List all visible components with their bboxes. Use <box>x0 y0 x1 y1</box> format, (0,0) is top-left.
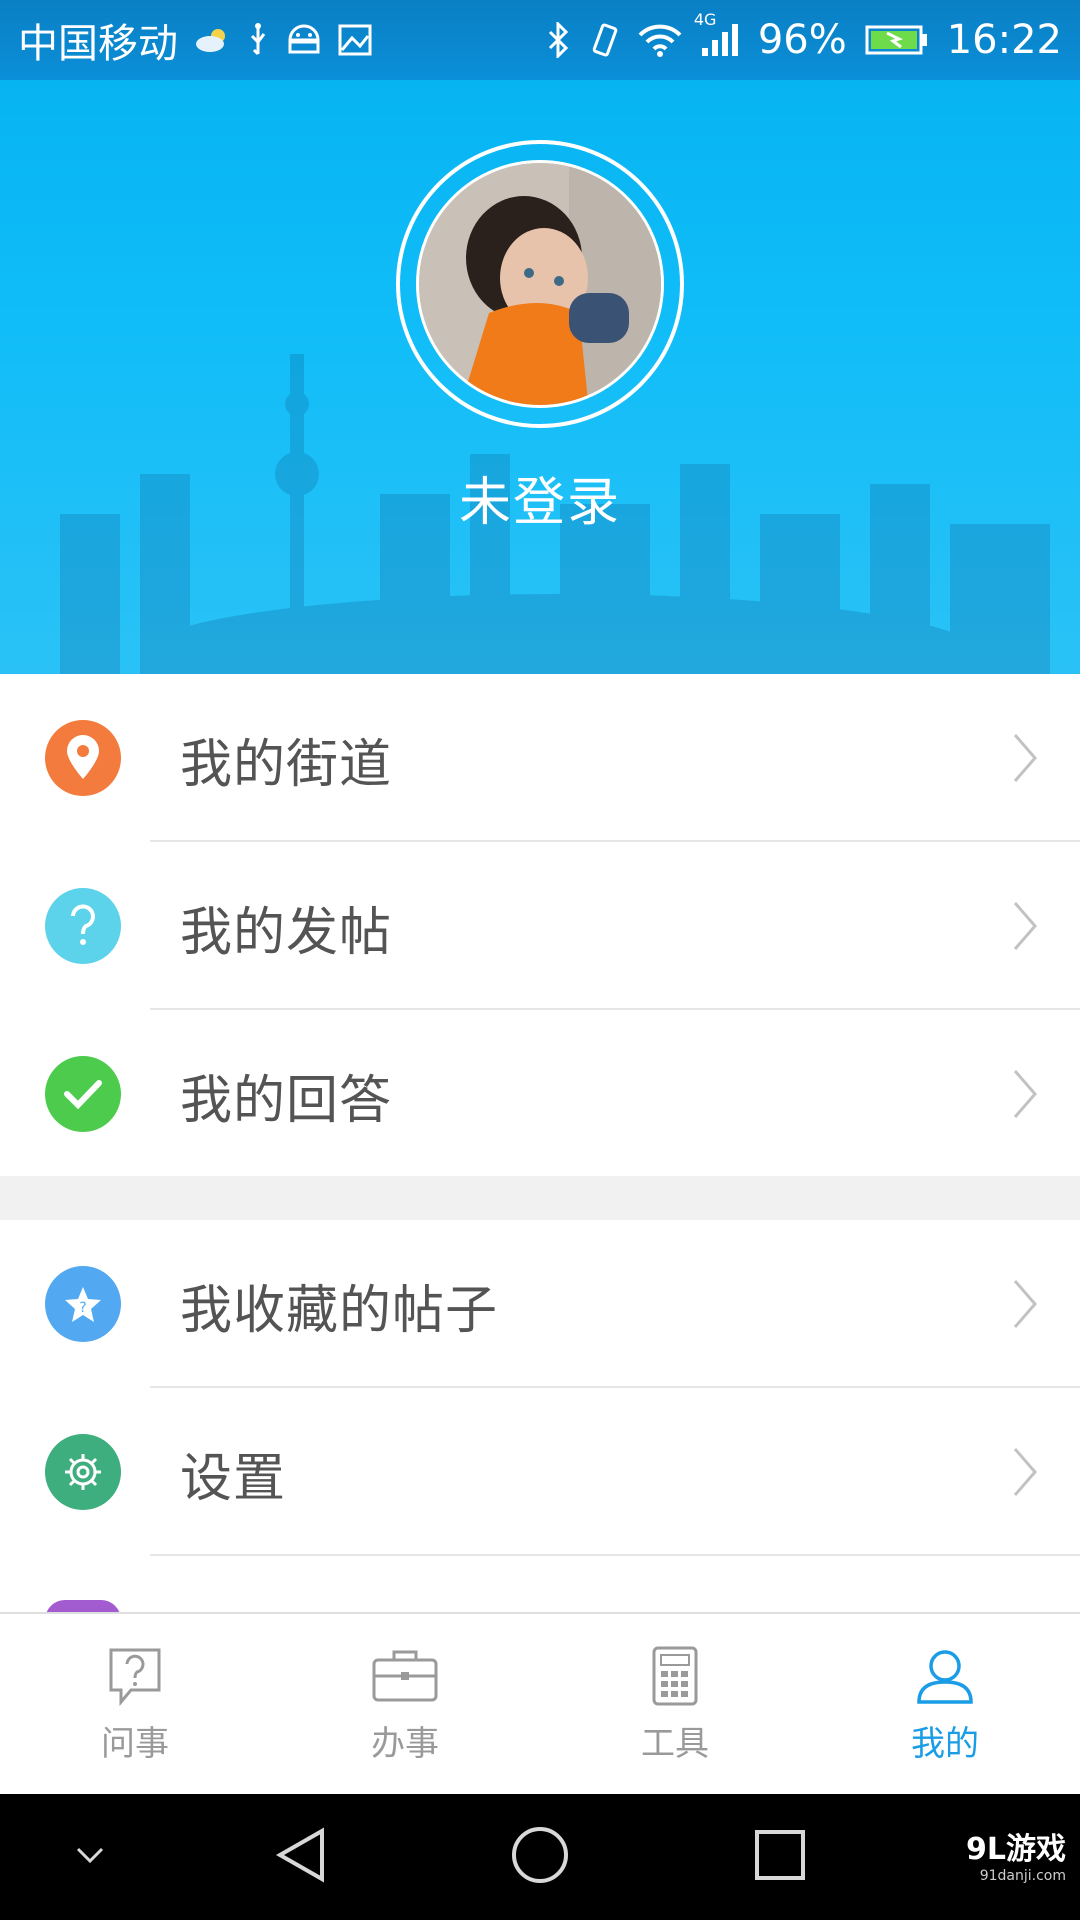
tab-label: 办事 <box>371 1724 439 1764</box>
menu-item-favorite-posts[interactable]: ? 我收藏的帖子 <box>0 1220 1080 1388</box>
question-bubble-icon <box>107 1646 163 1710</box>
menu-item-my-answers[interactable]: 我的回答 <box>0 1010 1080 1178</box>
usb-icon <box>246 22 270 58</box>
tab-ask[interactable]: 问事 <box>0 1614 270 1794</box>
android-debug-icon <box>286 24 322 56</box>
menu-item-settings[interactable]: 设置 <box>0 1388 1080 1556</box>
menu-item-my-street[interactable]: 我的街道 <box>0 674 1080 842</box>
menu-group-primary: 我的街道 我的发帖 我的回答 <box>0 674 1080 1178</box>
gear-icon <box>45 1434 121 1510</box>
battery-charging-icon <box>865 24 929 56</box>
avatar[interactable] <box>416 160 664 408</box>
location-pin-icon <box>45 720 121 796</box>
avatar-ring[interactable] <box>396 140 684 428</box>
menu-item-label: 设置 <box>180 1449 287 1509</box>
weather-icon <box>194 26 230 54</box>
chevron-right-icon <box>1012 732 1038 788</box>
menu-item-label: 我的回答 <box>180 1071 393 1131</box>
person-icon <box>915 1646 975 1710</box>
menu-item-my-posts[interactable]: 我的发帖 <box>0 842 1080 1010</box>
chevron-right-icon <box>1012 1068 1038 1124</box>
vibrate-icon <box>590 22 620 58</box>
recents-button[interactable] <box>740 1794 820 1920</box>
star-icon: ? <box>45 1266 121 1342</box>
back-triangle-icon <box>274 1827 326 1887</box>
tab-services[interactable]: 办事 <box>270 1614 540 1794</box>
chevron-right-icon <box>1012 900 1038 956</box>
status-bar: 中国移动 4G 96% 16:22 <box>0 0 1080 80</box>
question-icon <box>45 888 121 964</box>
home-button[interactable] <box>500 1794 580 1920</box>
back-button[interactable] <box>260 1794 340 1920</box>
bluetooth-icon <box>546 22 572 58</box>
watermark-brand: 9L游戏 <box>966 1832 1066 1867</box>
battery-percent: 96% <box>757 17 847 63</box>
image-icon <box>338 24 372 56</box>
signal-icon: 4G <box>694 10 740 58</box>
calculator-icon <box>650 1646 700 1710</box>
clock: 16:22 <box>946 17 1062 63</box>
tab-mine[interactable]: 我的 <box>810 1614 1080 1794</box>
section-spacer <box>0 1176 1080 1220</box>
briefcase-icon <box>370 1646 440 1710</box>
recents-square-icon <box>753 1828 807 1886</box>
home-circle-icon <box>510 1825 570 1889</box>
divider <box>150 1554 1080 1556</box>
chevron-right-icon <box>1012 1278 1038 1334</box>
network-type-label: 4G <box>693 10 717 29</box>
wifi-icon <box>638 23 682 57</box>
menu-item-label: 我收藏的帖子 <box>180 1281 499 1341</box>
system-navigation-bar: 9L游戏 91danji.com <box>0 1794 1080 1920</box>
carrier-label: 中国移动 <box>18 21 178 67</box>
tab-label: 我的 <box>911 1724 979 1764</box>
tab-tools[interactable]: 工具 <box>540 1614 810 1794</box>
menu-item-label: 我的街道 <box>180 735 393 795</box>
tab-label: 工具 <box>641 1724 709 1764</box>
check-icon <box>45 1056 121 1132</box>
menu-item-label: 我的发帖 <box>180 903 393 963</box>
chevron-down-icon <box>75 1846 105 1868</box>
watermark: 9L游戏 91danji.com <box>966 1824 1066 1884</box>
username-label[interactable]: 未登录 <box>0 460 1080 535</box>
svg-text:?: ? <box>79 1300 86 1316</box>
menu-group-secondary: ? 我收藏的帖子 设置 <box>0 1220 1080 1556</box>
watermark-url: 91danji.com <box>979 1868 1066 1884</box>
profile-header: 未登录 <box>0 80 1080 674</box>
hide-keyboard-button[interactable] <box>60 1794 120 1920</box>
bottom-tab-bar: 问事 办事 工具 我的 <box>0 1612 1080 1794</box>
chevron-right-icon <box>1012 1446 1038 1502</box>
tab-label: 问事 <box>101 1724 169 1764</box>
